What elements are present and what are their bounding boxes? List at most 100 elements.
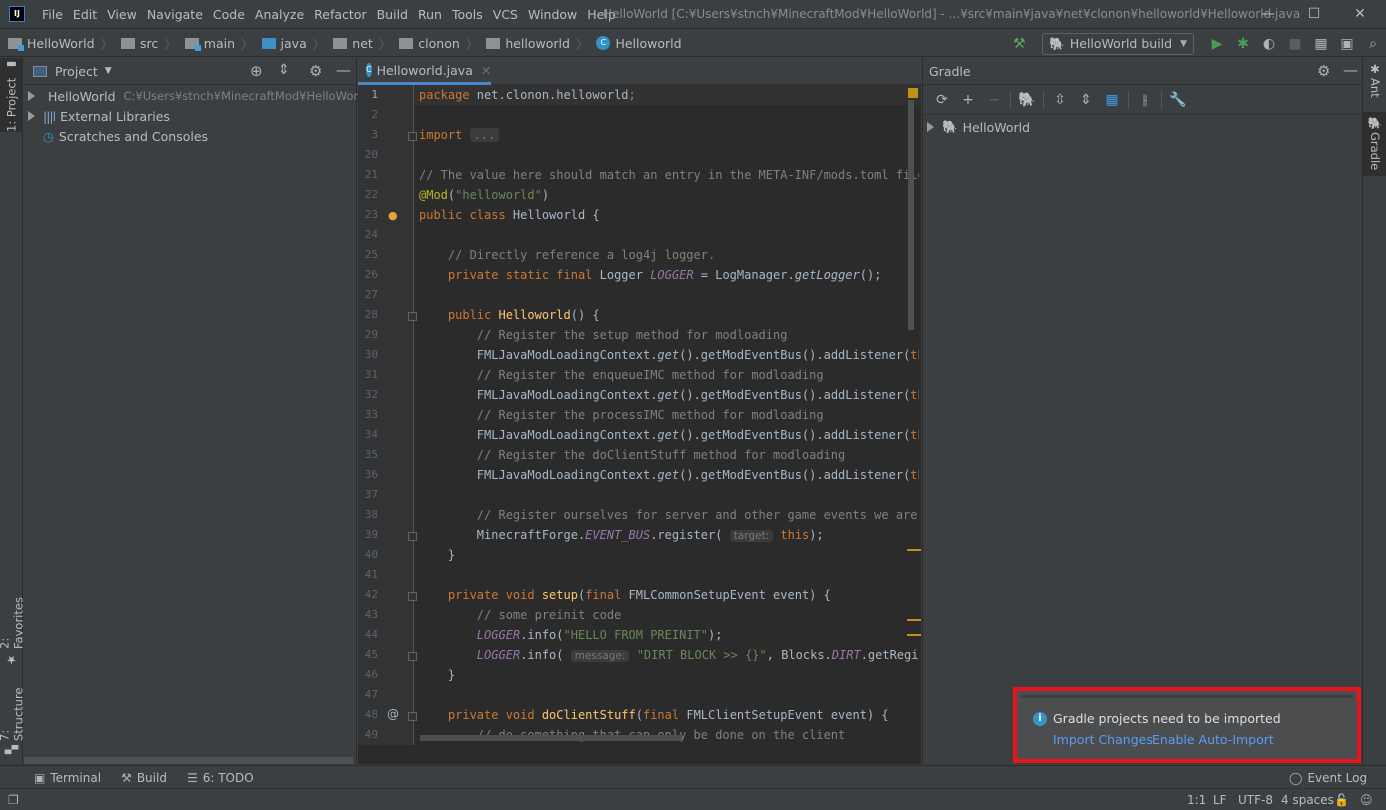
menu-run[interactable]: Run [413, 7, 447, 22]
chevron-down-icon[interactable]: ▼ [105, 66, 112, 76]
code-line[interactable]: } [419, 665, 455, 685]
toggle-offline-icon[interactable]: ⫲ [1132, 92, 1158, 108]
menu-navigate[interactable]: Navigate [142, 7, 208, 22]
tool-tab-gradle[interactable]: 🐘 Gradle [1363, 112, 1386, 176]
tool-tab-structure[interactable]: ▚ 7: Structure [0, 676, 26, 754]
code-line[interactable]: FMLJavaModLoadingContext.get().getModEve… [419, 425, 919, 445]
code-line[interactable]: private static final Logger LOGGER = Log… [419, 265, 882, 285]
coverage-icon[interactable]: ◐ [1256, 36, 1282, 52]
code-line[interactable]: FMLJavaModLoadingContext.get().getModEve… [419, 465, 919, 485]
line-number[interactable]: 32 [358, 388, 378, 401]
caret-position[interactable]: 1:1 [1187, 793, 1206, 807]
warning-indicator[interactable] [908, 88, 918, 98]
menu-vcs[interactable]: VCS [488, 7, 523, 22]
code-line[interactable]: LOGGER.info("HELLO FROM PREINIT"); [419, 625, 723, 645]
project-structure-icon[interactable]: ▦ [1308, 36, 1334, 52]
fold-marker-icon[interactable] [408, 132, 417, 141]
stop-icon[interactable]: ■ [1282, 36, 1308, 52]
fold-marker-icon[interactable] [408, 652, 417, 661]
refresh-icon[interactable]: ⟳ [929, 92, 955, 108]
breadcrumb-src[interactable]: src 〉 [121, 34, 177, 53]
line-number[interactable]: 42 [358, 588, 378, 601]
terminal-window-icon[interactable]: ▣ [1334, 36, 1360, 52]
menu-build[interactable]: Build [372, 7, 413, 22]
breadcrumb-main[interactable]: main 〉 [184, 34, 254, 53]
hide-panel-icon[interactable]: — [1343, 61, 1358, 79]
expand-arrow-icon[interactable] [927, 122, 934, 132]
minimize-button[interactable]: — [1245, 3, 1291, 25]
code-line[interactable]: // some preinit code [419, 605, 622, 625]
line-number[interactable]: 23 [358, 208, 378, 221]
horizontal-scrollbar[interactable] [24, 757, 353, 764]
fold-marker-icon[interactable] [408, 312, 417, 321]
menu-edit[interactable]: Edit [68, 7, 102, 22]
fold-marker-icon[interactable] [408, 532, 417, 541]
code-line[interactable]: // Register the processIMC method for mo… [419, 405, 824, 425]
debug-icon[interactable]: ✱ [1230, 36, 1256, 52]
tree-item-external-libraries[interactable]: |||l External Libraries [24, 106, 356, 126]
tab-helloworld-java[interactable]: C Helloworld.java ✕ [358, 58, 491, 85]
toggle-tool-windows-icon[interactable]: ❐ [8, 793, 19, 807]
menu-view[interactable]: View [102, 7, 142, 22]
menu-window[interactable]: Window [523, 7, 582, 22]
expand-arrow-icon[interactable] [28, 91, 35, 101]
locate-file-icon[interactable]: ⊕ [250, 62, 263, 80]
line-number[interactable]: 44 [358, 628, 378, 641]
add-icon[interactable]: + [955, 92, 981, 108]
execute-gradle-task-icon[interactable]: 🐘 [1014, 92, 1040, 108]
fold-marker-icon[interactable] [408, 712, 417, 721]
code-line[interactable]: FMLJavaModLoadingContext.get().getModEve… [419, 385, 919, 405]
code-line[interactable]: public class Helloworld { [419, 205, 600, 225]
code-line[interactable]: } [419, 545, 455, 565]
line-number[interactable]: 40 [358, 548, 378, 561]
breadcrumb-helloworld-package[interactable]: helloworld 〉 [486, 34, 588, 53]
line-number[interactable]: 24 [358, 228, 378, 241]
breadcrumb-clonon[interactable]: clonon 〉 [399, 34, 478, 53]
collapse-all-icon[interactable]: ⇕ [1073, 92, 1099, 108]
hide-panel-icon[interactable]: — [336, 61, 351, 79]
line-number[interactable]: 1 [358, 88, 378, 101]
line-number[interactable]: 36 [358, 468, 378, 481]
run-configuration-select[interactable]: 🐘 HelloWorld build ▼ [1042, 32, 1194, 55]
vertical-scrollbar[interactable] [908, 100, 914, 330]
code-line[interactable]: // Register the doClientStuff method for… [419, 445, 845, 465]
group-modules-icon[interactable]: ▦ [1099, 92, 1125, 108]
line-number[interactable]: 26 [358, 268, 378, 281]
line-number[interactable]: 33 [358, 408, 378, 421]
line-number[interactable]: 22 [358, 188, 378, 201]
line-number[interactable]: 25 [358, 248, 378, 261]
code-line[interactable]: // Register the enqueueIMC method for mo… [419, 365, 824, 385]
line-number[interactable]: 2 [358, 108, 378, 121]
warning-stripe[interactable] [907, 619, 921, 621]
line-number[interactable]: 31 [358, 368, 378, 381]
menu-code[interactable]: Code [208, 7, 250, 22]
tree-item-helloworld[interactable]: HelloWorld C:¥Users¥stnch¥MinecraftMod¥H… [24, 86, 369, 106]
expand-arrow-icon[interactable] [28, 111, 35, 121]
line-number[interactable]: 39 [358, 528, 378, 541]
line-number[interactable]: 30 [358, 348, 378, 361]
breadcrumb-helloworld-class[interactable]: C Helloworld [596, 36, 682, 51]
line-number[interactable]: 38 [358, 508, 378, 521]
event-log-button[interactable]: ◯ Event Log [1289, 771, 1367, 785]
code-line[interactable]: FMLJavaModLoadingContext.get().getModEve… [419, 345, 919, 365]
hector-inspector-icon[interactable]: ☺ [1360, 793, 1373, 807]
tool-tab-todo[interactable]: ☰ 6: TODO [187, 771, 254, 785]
line-number[interactable]: 37 [358, 488, 378, 501]
tool-tab-ant[interactable]: ✱ Ant [1363, 58, 1386, 108]
gear-icon[interactable]: ⚙ [309, 62, 322, 80]
line-number[interactable]: 45 [358, 648, 378, 661]
search-icon[interactable]: ⌕ [1360, 36, 1386, 52]
line-number[interactable]: 49 [358, 728, 378, 741]
warning-stripe[interactable] [907, 549, 921, 551]
maximize-button[interactable]: ☐ [1291, 3, 1337, 25]
code-line[interactable]: private void setup(final FMLCommonSetupE… [419, 585, 831, 605]
code-line[interactable]: public Helloworld() { [419, 305, 600, 325]
collapse-all-icon[interactable]: ⇕ [278, 62, 290, 78]
code-line[interactable]: private void doClientStuff(final FMLClie… [419, 705, 889, 725]
line-number[interactable]: 27 [358, 288, 378, 301]
code-line[interactable]: // Register the setup method for modload… [419, 325, 788, 345]
code-line[interactable]: @Mod("helloworld") [419, 185, 549, 205]
line-number[interactable]: 41 [358, 568, 378, 581]
lock-icon[interactable]: 🔓 [1334, 793, 1349, 807]
horizontal-scrollbar[interactable] [420, 735, 682, 741]
